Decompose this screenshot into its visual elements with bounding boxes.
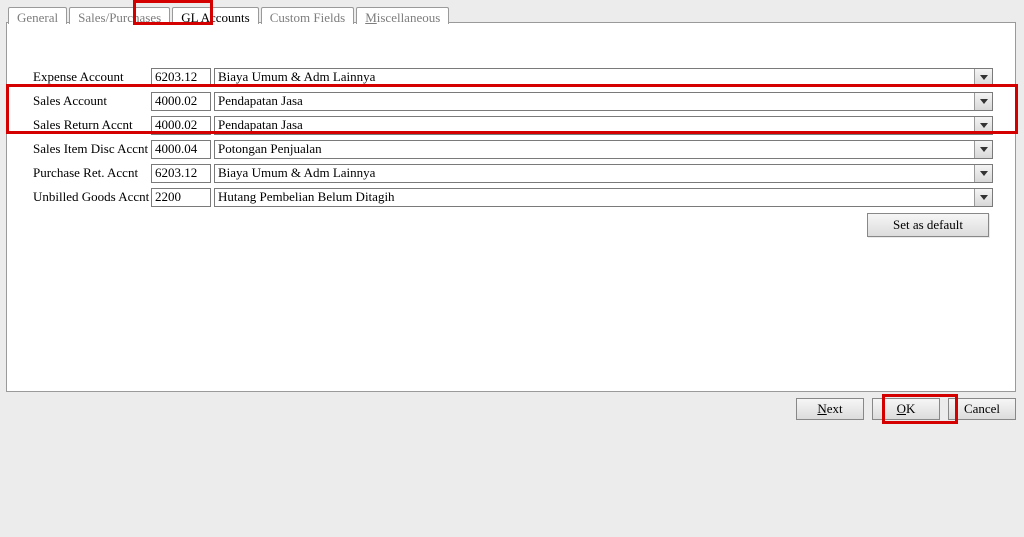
chevron-down-icon[interactable]: [974, 93, 992, 110]
gl-accounts-screen: General Sales/Purchases GL Accounts Cust…: [0, 0, 1024, 537]
row-unbilled-goods-account: Unbilled Goods Accnt Hutang Pembelian Be…: [33, 185, 993, 209]
input-unbilled-code[interactable]: [151, 188, 211, 207]
select-sales-disc-desc-text: Potongan Penjualan: [218, 141, 322, 157]
chevron-down-icon[interactable]: [974, 117, 992, 134]
row-expense-account: Expense Account Biaya Umum & Adm Lainnya: [33, 65, 993, 89]
next-hotkey: N: [817, 401, 826, 416]
tab-gl-suffix: Accounts: [198, 10, 250, 25]
select-sales-desc-text: Pendapatan Jasa: [218, 93, 303, 109]
input-sales-return-code[interactable]: [151, 116, 211, 135]
chevron-down-icon[interactable]: [974, 165, 992, 182]
select-unbilled-desc[interactable]: Hutang Pembelian Belum Ditagih: [214, 188, 993, 207]
ok-button[interactable]: OK: [872, 398, 940, 420]
tab-gl-hotkey: L: [191, 10, 198, 25]
gl-accounts-panel: Expense Account Biaya Umum & Adm Lainnya…: [6, 22, 1016, 392]
form-area: Expense Account Biaya Umum & Adm Lainnya…: [33, 65, 993, 209]
input-expense-code[interactable]: [151, 68, 211, 87]
label-sales-return-account: Sales Return Accnt: [33, 117, 151, 133]
select-sales-desc[interactable]: Pendapatan Jasa: [214, 92, 993, 111]
tab-gl-prefix: G: [181, 10, 190, 25]
input-sales-code[interactable]: [151, 92, 211, 111]
input-purchase-ret-code[interactable]: [151, 164, 211, 183]
tab-misc-hotkey: M: [365, 10, 377, 25]
next-suffix: ext: [827, 401, 843, 416]
row-sales-item-disc-account: Sales Item Disc Accnt Potongan Penjualan: [33, 137, 993, 161]
tab-gl-accounts[interactable]: GL Accounts: [172, 7, 259, 24]
chevron-down-icon[interactable]: [974, 189, 992, 206]
label-unbilled-goods-account: Unbilled Goods Accnt: [33, 189, 151, 205]
row-sales-account: Sales Account Pendapatan Jasa: [33, 89, 993, 113]
row-sales-return-account: Sales Return Accnt Pendapatan Jasa: [33, 113, 993, 137]
select-sales-return-desc-text: Pendapatan Jasa: [218, 117, 303, 133]
set-as-default-button[interactable]: Set as default: [867, 213, 989, 237]
select-purchase-ret-desc-text: Biaya Umum & Adm Lainnya: [218, 165, 375, 181]
select-expense-desc-text: Biaya Umum & Adm Lainnya: [218, 69, 375, 85]
label-expense-account: Expense Account: [33, 69, 151, 85]
select-sales-return-desc[interactable]: Pendapatan Jasa: [214, 116, 993, 135]
tab-custom-fields[interactable]: Custom Fields: [261, 7, 355, 24]
ok-hotkey: O: [897, 401, 906, 416]
tab-strip: General Sales/Purchases GL Accounts Cust…: [8, 3, 449, 23]
dialog-button-row: Next OK Cancel: [796, 398, 1016, 420]
label-sales-item-disc-account: Sales Item Disc Accnt: [33, 141, 151, 157]
cancel-button[interactable]: Cancel: [948, 398, 1016, 420]
chevron-down-icon[interactable]: [974, 69, 992, 86]
tab-misc-suffix: iscellaneous: [377, 10, 441, 25]
tab-general[interactable]: General: [8, 7, 67, 24]
input-sales-disc-code[interactable]: [151, 140, 211, 159]
tab-miscellaneous[interactable]: Miscellaneous: [356, 7, 449, 24]
next-button[interactable]: Next: [796, 398, 864, 420]
ok-suffix: K: [906, 401, 915, 416]
chevron-down-icon[interactable]: [974, 141, 992, 158]
tab-sales-purchases[interactable]: Sales/Purchases: [69, 7, 170, 24]
select-sales-disc-desc[interactable]: Potongan Penjualan: [214, 140, 993, 159]
select-unbilled-desc-text: Hutang Pembelian Belum Ditagih: [218, 189, 395, 205]
label-purchase-ret-account: Purchase Ret. Accnt: [33, 165, 151, 181]
select-expense-desc[interactable]: Biaya Umum & Adm Lainnya: [214, 68, 993, 87]
row-purchase-ret-account: Purchase Ret. Accnt Biaya Umum & Adm Lai…: [33, 161, 993, 185]
select-purchase-ret-desc[interactable]: Biaya Umum & Adm Lainnya: [214, 164, 993, 183]
label-sales-account: Sales Account: [33, 93, 151, 109]
